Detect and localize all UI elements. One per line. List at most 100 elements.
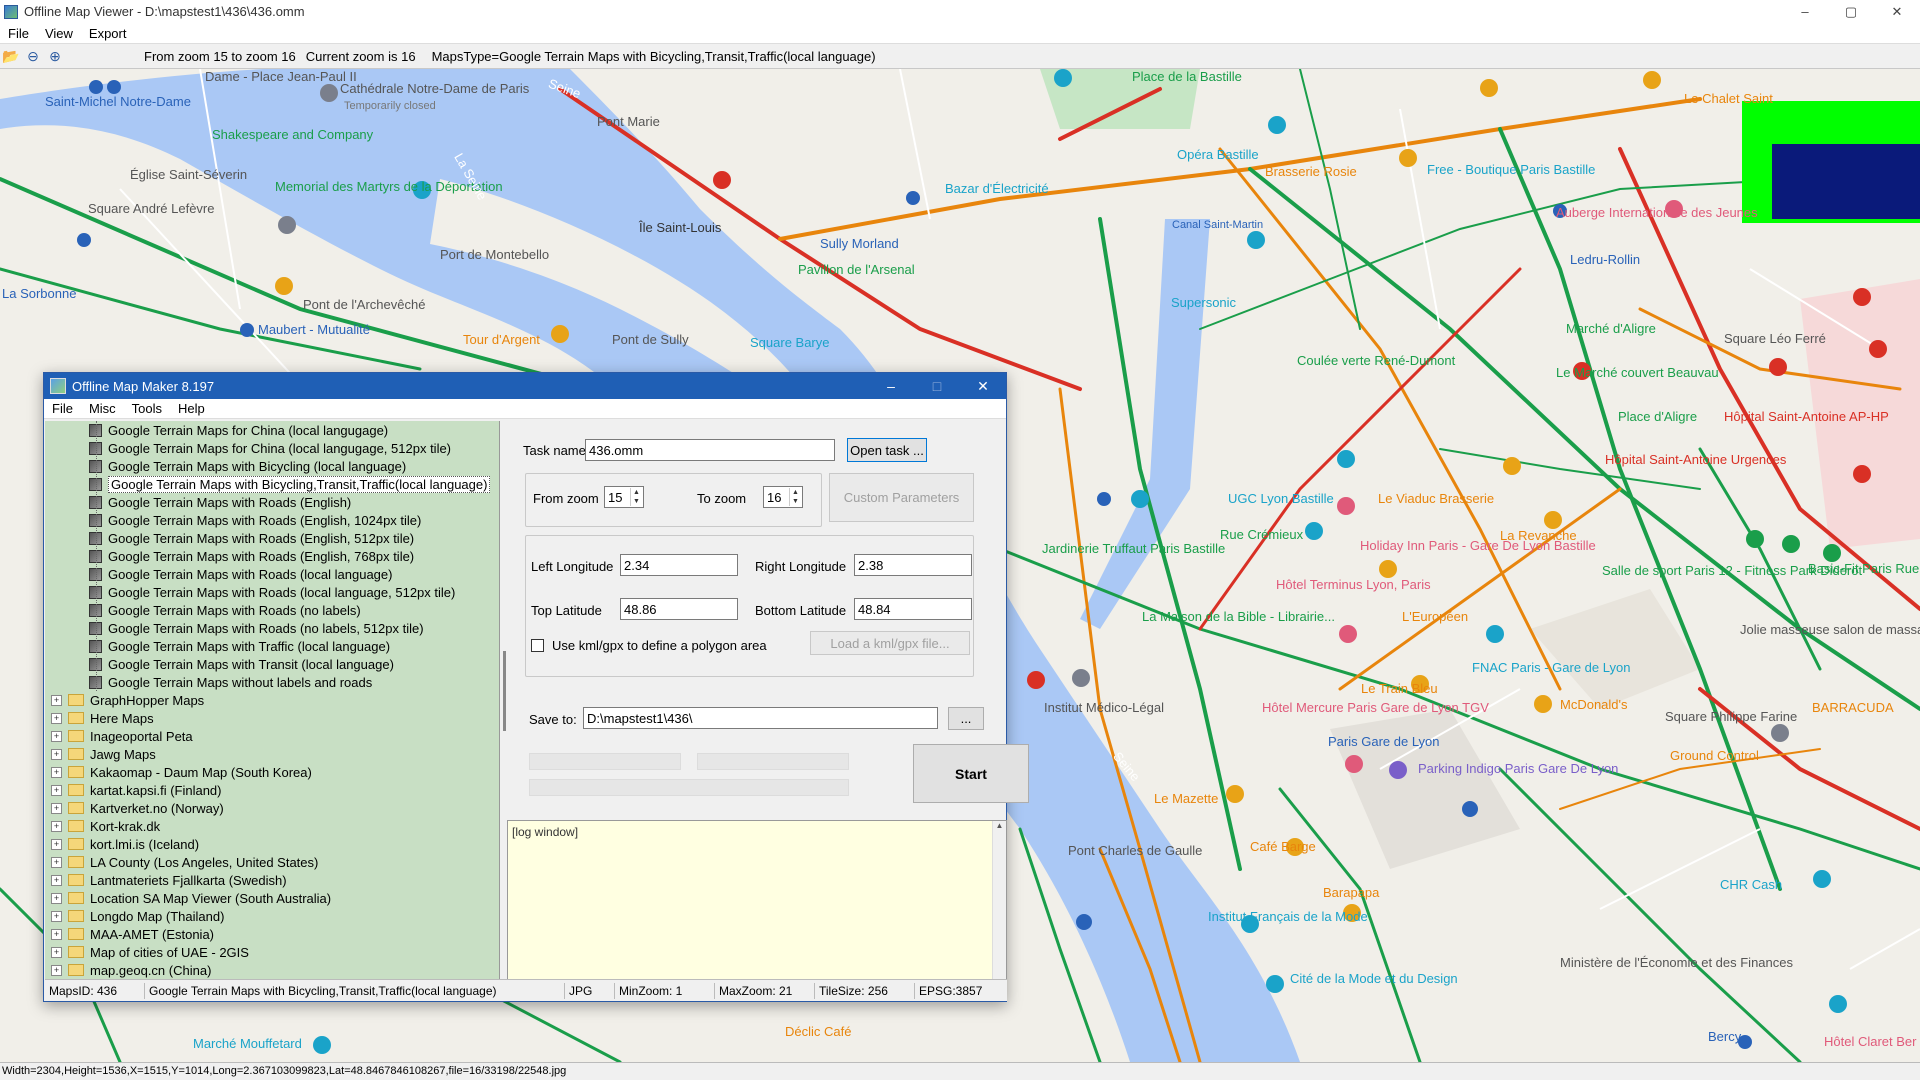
zoom-out-icon[interactable]: ⊖	[22, 45, 44, 67]
tree-folder-item[interactable]: + MAA-AMET (Estonia)	[45, 925, 499, 943]
tree-map-item[interactable]: Google Terrain Maps with Roads (local la…	[45, 565, 499, 583]
close-button[interactable]: ✕	[1874, 0, 1920, 23]
spinner-arrows-icon[interactable]: ▲ ▼	[630, 488, 642, 506]
expand-icon[interactable]: +	[51, 694, 62, 706]
tree-map-item[interactable]: Google Terrain Maps with Roads (English)	[45, 493, 499, 511]
tree-map-item[interactable]: Google Terrain Maps with Bicycling,Trans…	[45, 475, 499, 493]
dialog-menu-help[interactable]: Help	[170, 401, 213, 416]
map-label: Square Barye	[750, 335, 830, 350]
tree-folder-item[interactable]: + Kort-krak.dk	[45, 817, 499, 835]
map-label: Marché Mouffetard	[193, 1036, 302, 1051]
menu-view[interactable]: View	[37, 26, 81, 41]
folder-icon	[68, 694, 84, 706]
bottom-latitude-input[interactable]: 48.84	[854, 598, 972, 620]
tree-map-item[interactable]: Google Terrain Maps with Roads (English,…	[45, 547, 499, 565]
open-folder-icon[interactable]: 📂	[0, 45, 22, 67]
map-label: Pont de l'Archevêché	[303, 297, 426, 312]
tree-item-label: GraphHopper Maps	[90, 692, 205, 708]
tree-map-item[interactable]: Google Terrain Maps with Roads (no label…	[45, 619, 499, 637]
tree-folder-item[interactable]: + Jawg Maps	[45, 745, 499, 763]
expand-icon[interactable]: +	[51, 892, 62, 904]
tree-folder-item[interactable]: + LA County (Los Angeles, United States)	[45, 853, 499, 871]
open-task-button[interactable]: Open task ...	[847, 438, 927, 462]
tree-map-item[interactable]: Google Terrain Maps for China (local lan…	[45, 439, 499, 457]
folder-icon	[68, 946, 84, 958]
tree-map-item[interactable]: Google Terrain Maps with Bicycling (loca…	[45, 457, 499, 475]
tree-folder-item[interactable]: + Kakaomap - Daum Map (South Korea)	[45, 763, 499, 781]
dialog-close-button[interactable]: ✕	[960, 373, 1006, 399]
map-label: Jolie masseuse salon de massage	[1740, 622, 1920, 637]
log-scrollbar[interactable]: ▲	[992, 821, 1006, 983]
tree-map-item[interactable]: Google Terrain Maps with Traffic (local …	[45, 637, 499, 655]
expand-icon[interactable]: +	[51, 928, 62, 940]
tree-folder-item[interactable]: + Longdo Map (Thailand)	[45, 907, 499, 925]
block-area	[1330, 709, 1520, 869]
tree-map-item[interactable]: Google Terrain Maps with Transit (local …	[45, 655, 499, 673]
tree-folder-item[interactable]: + map.geoq.cn (China)	[45, 961, 499, 979]
zoom-in-icon[interactable]: ⊕	[44, 45, 66, 67]
to-zoom-spinner[interactable]: 16 ▲ ▼	[763, 486, 803, 508]
tree-map-item[interactable]: Google Terrain Maps with Roads (English,…	[45, 511, 499, 529]
custom-parameters-button[interactable]: Custom Parameters	[829, 473, 974, 522]
tree-map-item[interactable]: Google Terrain Maps with Roads (no label…	[45, 601, 499, 619]
dialog-menu-file[interactable]: File	[44, 401, 81, 416]
tree-item-label: Longdo Map (Thailand)	[90, 908, 225, 924]
expand-icon[interactable]: +	[51, 820, 62, 832]
save-to-input[interactable]: D:\mapstest1\436\	[583, 707, 938, 729]
tree-map-item[interactable]: Google Terrain Maps with Roads (English,…	[45, 529, 499, 547]
tree-folder-item[interactable]: + Location SA Map Viewer (South Australia…	[45, 889, 499, 907]
expand-icon[interactable]: +	[51, 964, 62, 976]
map-label: Hôtel Mercure Paris Gare de Lyon TGV	[1262, 700, 1489, 715]
expand-icon[interactable]: +	[51, 712, 62, 724]
tree-map-item[interactable]: Google Terrain Maps without labels and r…	[45, 673, 499, 691]
expand-icon[interactable]: +	[51, 802, 62, 814]
right-longitude-input[interactable]: 2.38	[854, 554, 972, 576]
tree-map-item[interactable]: Google Terrain Maps for China (local lan…	[45, 421, 499, 439]
dialog-maximize-button[interactable]: □	[914, 373, 960, 399]
folder-icon	[68, 964, 84, 976]
expand-icon[interactable]: +	[51, 946, 62, 958]
tree-folder-item[interactable]: + GraphHopper Maps	[45, 691, 499, 709]
tree-scroll-thumb[interactable]	[503, 651, 506, 731]
use-kml-checkbox[interactable]	[531, 639, 544, 652]
expand-icon[interactable]: +	[51, 748, 62, 760]
expand-icon[interactable]: +	[51, 856, 62, 868]
load-kml-button[interactable]: Load a kml/gpx file...	[810, 631, 970, 655]
expand-icon[interactable]: +	[51, 766, 62, 778]
expand-icon[interactable]: +	[51, 730, 62, 742]
maximize-button[interactable]: ▢	[1828, 0, 1874, 23]
tree-item-label: Kakaomap - Daum Map (South Korea)	[90, 764, 312, 780]
map-label: Barapapa	[1323, 885, 1380, 900]
browse-button[interactable]: ...	[948, 707, 984, 730]
tree-folder-item[interactable]: + kort.lmi.is (Iceland)	[45, 835, 499, 853]
maps-tree[interactable]: Google Terrain Maps for China (local lan…	[45, 421, 500, 979]
log-window[interactable]: [log window] ▲	[507, 820, 1007, 983]
top-latitude-input[interactable]: 48.86	[620, 598, 738, 620]
tree-folder-item[interactable]: + Inageoportal Peta	[45, 727, 499, 745]
task-name-input[interactable]: 436.omm	[585, 439, 835, 461]
tree-folder-item[interactable]: + kartat.kapsi.fi (Finland)	[45, 781, 499, 799]
expand-icon[interactable]: +	[51, 838, 62, 850]
menu-file[interactable]: File	[0, 26, 37, 41]
dialog-menu-misc[interactable]: Misc	[81, 401, 124, 416]
tree-folder-item[interactable]: + Kartverket.no (Norway)	[45, 799, 499, 817]
folder-icon	[68, 730, 84, 742]
dialog-minimize-button[interactable]: –	[868, 373, 914, 399]
expand-icon[interactable]: +	[51, 874, 62, 886]
tree-folder-item[interactable]: + Lantmateriets Fjallkarta (Swedish)	[45, 871, 499, 889]
start-button[interactable]: Start	[913, 744, 1029, 803]
expand-icon[interactable]: +	[51, 784, 62, 796]
tree-item-label: Google Terrain Maps without labels and r…	[108, 674, 373, 690]
tree-folder-item[interactable]: + Here Maps	[45, 709, 499, 727]
tree-item-label: Google Terrain Maps with Roads (English)	[108, 494, 352, 510]
spinner-arrows-icon[interactable]: ▲ ▼	[789, 488, 801, 506]
tree-item-label: Google Terrain Maps with Roads (no label…	[108, 602, 361, 618]
tree-folder-item[interactable]: + Map of cities of UAE - 2GIS	[45, 943, 499, 961]
menu-export[interactable]: Export	[81, 26, 135, 41]
from-zoom-spinner[interactable]: 15 ▲ ▼	[604, 486, 644, 508]
expand-icon[interactable]: +	[51, 910, 62, 922]
minimize-button[interactable]: –	[1782, 0, 1828, 23]
dialog-menu-tools[interactable]: Tools	[124, 401, 170, 416]
tree-map-item[interactable]: Google Terrain Maps with Roads (local la…	[45, 583, 499, 601]
left-longitude-input[interactable]: 2.34	[620, 554, 738, 576]
